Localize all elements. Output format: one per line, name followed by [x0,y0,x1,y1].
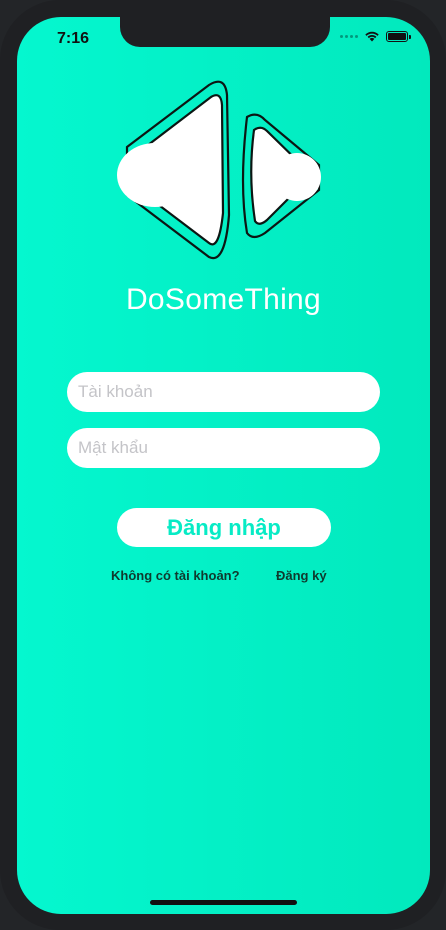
double-play-logo [117,80,321,260]
status-icons [340,30,411,42]
username-field[interactable] [67,372,380,412]
signal-dots-icon [340,34,358,38]
login-screen: 7:16 DoSomeThing Đăng nhập [17,17,430,914]
device-notch [120,17,330,47]
no-account-text: Không có tài khoản? [111,568,240,583]
phone-frame: 7:16 DoSomeThing Đăng nhập [0,0,446,930]
app-title: DoSomeThing [125,283,322,316]
battery-icon [386,30,411,42]
register-link[interactable]: Đăng ký [276,568,327,583]
login-button[interactable]: Đăng nhập [117,508,331,547]
wifi-icon [365,31,379,42]
home-indicator[interactable] [150,900,297,905]
password-field[interactable] [67,428,380,468]
status-time: 7:16 [57,30,90,47]
